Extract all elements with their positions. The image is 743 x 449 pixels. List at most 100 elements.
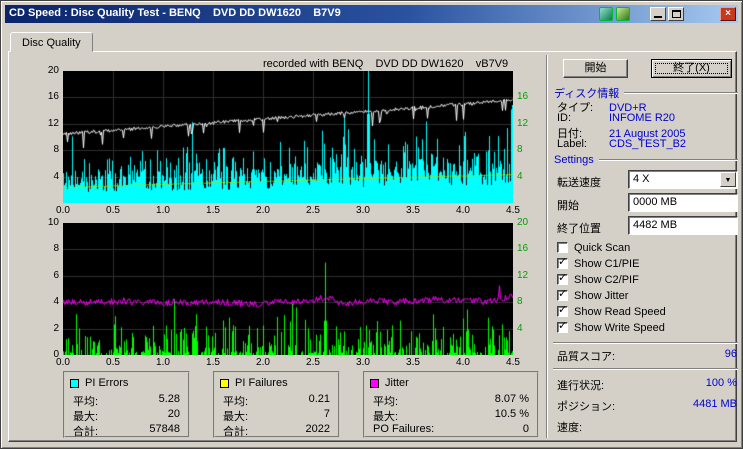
pi-failures-legend-title: PI Failures — [235, 377, 288, 389]
legend-row: 最大: 7 — [223, 408, 330, 424]
checkbox-label: Show Read Speed — [574, 305, 666, 318]
separator — [553, 342, 738, 344]
axis-tick-label: 4 — [53, 170, 59, 182]
disc-id-row: ID: INFOME R20 — [557, 112, 676, 124]
axis-tick-label: 8 — [53, 144, 59, 156]
tab-label: Disc Quality — [22, 37, 81, 49]
axis-tick-label: 20 — [517, 217, 529, 228]
progress-row: 進行状況: 100 % — [557, 377, 737, 393]
progress-label: 進行状況: — [557, 380, 605, 392]
cd-speed-app-icon[interactable] — [599, 7, 613, 21]
jitter-legend: Jitter 平均: 8.07 % 最大: 10.5 % PO Failures: 0 — [363, 371, 539, 438]
axis-tick-label: 3.0 — [356, 357, 370, 368]
speed-dropdown-value: 4 X — [633, 173, 650, 185]
axis-tick-label: 4.5 — [506, 357, 520, 368]
app-window: CD Speed : Disc Quality Test - BENQ DVD … — [0, 0, 743, 449]
position-value: 4481 MB — [692, 398, 737, 410]
pif-color-swatch — [220, 378, 229, 388]
jitter-color-swatch — [370, 378, 379, 388]
axis-tick-label: 12 — [517, 117, 529, 129]
checkbox-show-c2-pif[interactable]: ✓ Show C2/PIF — [557, 272, 639, 286]
end-position-input[interactable]: 4482 MB — [628, 216, 738, 235]
chart-header-text: recorded with BENQ DVD DD DW1620 vB7V9 — [263, 58, 509, 70]
titlebar[interactable]: CD Speed : Disc Quality Test - BENQ DVD … — [5, 5, 738, 23]
exit-button-label: 終了(X) — [673, 62, 710, 74]
max-label: 最大: — [373, 411, 399, 423]
axis-tick-label: 3.5 — [406, 205, 420, 216]
axis-tick-label: 10 — [47, 217, 59, 228]
checkbox-label: Show C1/PIE — [574, 257, 640, 270]
pi-failures-legend: PI Failures 平均: 0.21 最大: 7 合計: 2022 — [213, 371, 340, 438]
max-value: 10.5 % — [494, 408, 529, 420]
axis-tick-label: 4 — [53, 296, 59, 308]
show-write-speed-checkbox[interactable]: ✓ — [557, 320, 568, 333]
maximize-button[interactable] — [668, 7, 684, 21]
position-row: ポジション: 4481 MB — [557, 398, 737, 414]
max-value: 20 — [167, 408, 180, 420]
exit-button[interactable]: 終了(X) — [651, 59, 732, 78]
speed-dropdown-arrow[interactable]: ▼ — [720, 172, 736, 187]
checkbox-show-c1-pie[interactable]: ✓ Show C1/PIE — [557, 256, 640, 270]
start-button[interactable]: 開始 — [563, 59, 628, 78]
checkbox-label: Show C2/PIF — [574, 273, 639, 286]
total-label: 合計: — [223, 426, 249, 438]
minimize-button[interactable] — [650, 7, 666, 21]
start-position-input[interactable]: 0000 MB — [628, 193, 738, 212]
pie-errors-chart — [63, 71, 513, 203]
titlebar-spacer — [686, 7, 718, 21]
speed-dropdown[interactable]: 4 X ▼ — [628, 170, 738, 189]
quick-scan-checkbox[interactable]: ✓ — [557, 242, 568, 253]
check-icon: ✓ — [558, 320, 568, 332]
close-button[interactable]: × — [720, 7, 736, 21]
progress-value: 100 % — [705, 377, 737, 389]
legend-row: 平均: 5.28 — [73, 393, 180, 409]
axis-tick-label: 0.5 — [106, 357, 120, 368]
axis-tick-label: 2.0 — [256, 205, 270, 216]
show-c2-pif-checkbox[interactable]: ✓ — [557, 272, 568, 285]
total-value: 2022 — [305, 423, 330, 435]
axis-tick-label: 2.0 — [256, 357, 270, 368]
pi-errors-legend-header: PI Errors — [70, 377, 128, 389]
checkbox-show-write-speed[interactable]: ✓ Show Write Speed — [557, 320, 665, 334]
checkbox-quick-scan[interactable]: ✓ Quick Scan — [557, 241, 630, 254]
axis-tick-label: 2.5 — [306, 357, 320, 368]
axis-tick-label: 8 — [517, 296, 523, 308]
avg-label: 平均: — [73, 396, 99, 408]
show-read-speed-checkbox[interactable]: ✓ — [557, 304, 568, 317]
settings-title: Settings — [554, 154, 594, 166]
axis-tick-label: 0.0 — [56, 357, 70, 368]
total-label: 合計: — [73, 426, 99, 438]
close-icon: × — [725, 8, 731, 19]
axis-tick-label: 6 — [53, 269, 59, 281]
axis-tick-label: 1.5 — [206, 205, 220, 216]
axis-tick-label: 16 — [517, 91, 529, 103]
window-title: CD Speed : Disc Quality Test - BENQ DVD … — [9, 7, 341, 19]
axis-tick-label: 3.5 — [406, 357, 420, 368]
position-label: ポジション: — [557, 401, 616, 413]
checkbox-show-read-speed[interactable]: ✓ Show Read Speed — [557, 304, 666, 318]
pi-errors-legend: PI Errors 平均: 5.28 最大: 20 合計: 57848 — [63, 371, 190, 438]
legend-row: 最大: 20 — [73, 408, 180, 424]
check-icon: ✓ — [558, 256, 568, 268]
speed-status-label: 速度: — [557, 422, 583, 434]
settings-header: Settings — [554, 154, 738, 166]
tab-disc-quality[interactable]: Disc Quality — [10, 32, 93, 52]
axis-tick-label: 16 — [517, 243, 529, 255]
check-icon: ✓ — [558, 288, 568, 300]
drive-status-icon[interactable] — [616, 7, 630, 21]
show-c1-pie-checkbox[interactable]: ✓ — [557, 256, 568, 269]
panel-divider — [546, 55, 548, 438]
po-failures-value: 0 — [522, 423, 529, 435]
checkbox-label: Show Jitter — [574, 289, 629, 302]
avg-label: 平均: — [373, 396, 399, 408]
avg-value: 8.07 % — [494, 393, 529, 405]
legend-row: 平均: 8.07 % — [373, 393, 529, 409]
check-icon: ✓ — [558, 272, 568, 284]
start-position-label: 開始 — [557, 200, 579, 212]
total-value: 57848 — [149, 423, 180, 435]
header-rule — [624, 92, 738, 94]
checkbox-show-jitter[interactable]: ✓ Show Jitter — [557, 288, 629, 302]
avg-label: 平均: — [223, 396, 249, 408]
legend-row: 平均: 0.21 — [223, 393, 330, 409]
show-jitter-checkbox[interactable]: ✓ — [557, 288, 568, 301]
